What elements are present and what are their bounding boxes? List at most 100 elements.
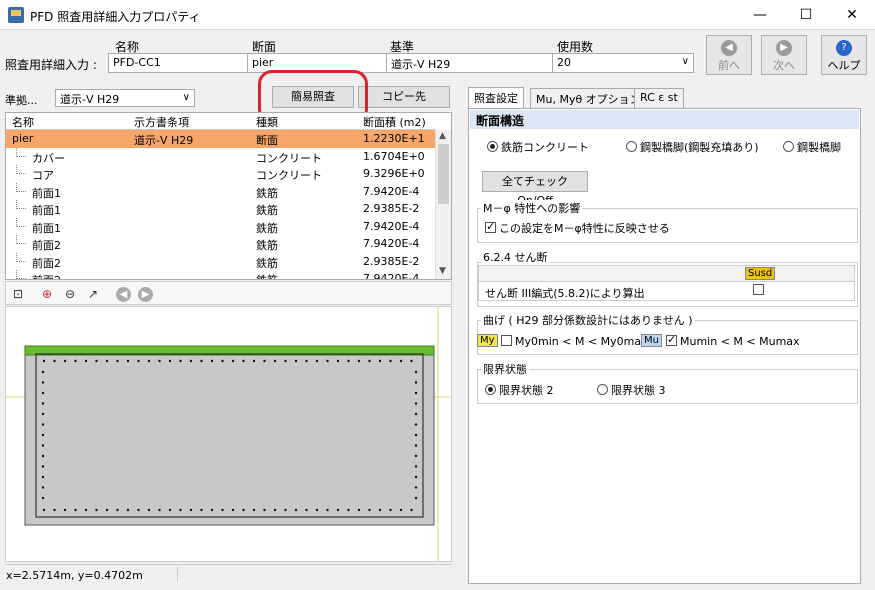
table-row[interactable]: カバー コンクリート 1.6704E+0	[6, 147, 436, 166]
rebar-dot	[242, 359, 245, 363]
tab-check-settings[interactable]: 照査設定	[468, 87, 524, 109]
tab-mu-options[interactable]: Mu, Myθ オプション	[530, 88, 647, 108]
section-canvas[interactable]	[5, 306, 452, 562]
rebar-dot	[41, 402, 45, 405]
radio-steel[interactable]: 鋼製橋脚	[783, 139, 841, 155]
rebar-dot	[105, 359, 109, 363]
row-area: 7.9420E-4	[363, 184, 420, 198]
rebar-dot	[63, 508, 67, 512]
table-row[interactable]: 前面2 鉄筋 2.9385E-2	[6, 252, 436, 271]
table-row[interactable]: コア コンクリート 9.3296E+0	[6, 165, 436, 183]
tree-connector	[16, 270, 26, 279]
settings-panel: 断面構造 鉄筋コンクリート 鋼製橋脚(鋼製充填あり) 鋼製橋脚 全てチェック O…	[468, 108, 861, 584]
count-combo[interactable]: 20 ∨	[552, 53, 694, 73]
mu-range-checkbox[interactable]: Mumin < M < Mumax	[666, 333, 800, 348]
radio-steel-filled[interactable]: 鋼製橋脚(鋼製充填あり)	[626, 139, 759, 155]
zoom-out-icon[interactable]: ⊖	[61, 285, 79, 303]
row-area: 1.6704E+0	[363, 149, 425, 163]
row-kind: 断面	[256, 134, 278, 147]
scroll-up-icon[interactable]: ▲	[439, 131, 446, 141]
name-field[interactable]: PFD-CC1	[108, 53, 248, 73]
row-kind: 鉄筋	[256, 221, 278, 235]
standard-combo[interactable]: 道示-V H29 ∨	[55, 89, 195, 107]
rebar-dot	[326, 508, 329, 512]
copy-to-button[interactable]: コピー先	[358, 86, 450, 108]
row-kind: 鉄筋	[256, 256, 278, 270]
redo-view-icon[interactable]: ▶	[138, 287, 153, 302]
tree-scrollbar[interactable]: ▲ ▼	[435, 130, 451, 279]
count-value: 20	[557, 56, 571, 69]
radio-rc[interactable]: 鉄筋コンクリート	[487, 139, 589, 155]
rebar-dot	[378, 508, 382, 512]
rebar-dot	[326, 359, 329, 363]
table-row[interactable]: 前面1 鉄筋 7.9420E-4	[6, 182, 436, 201]
prev-button[interactable]: ◀ 前へ	[706, 35, 752, 75]
shear-susd-badge: Susd	[745, 267, 776, 280]
all-check-toggle-button[interactable]: 全てチェック On/Off	[482, 171, 588, 207]
rebar-dot	[95, 508, 98, 512]
table-row[interactable]: 前面2 鉄筋 7.9420E-4	[6, 235, 436, 253]
rebar-dot	[414, 433, 418, 437]
rebar-dot	[263, 508, 266, 512]
undo-view-icon[interactable]: ◀	[116, 287, 131, 302]
row-name: カバー	[32, 151, 65, 165]
rebar-dot	[200, 508, 203, 512]
table-row[interactable]: 前面1 鉄筋 7.9420E-4	[6, 217, 436, 236]
mphi-checkbox[interactable]: この設定をM－φ特性に反映させる	[485, 220, 670, 236]
shear-row-label: せん断 III編式(5.8.2)により算出	[485, 287, 645, 300]
radio-limit-3[interactable]: 限界状態 3	[597, 382, 666, 398]
section-structure-heading: 断面構造	[470, 110, 859, 129]
rebar-dot	[399, 359, 403, 363]
app-icon	[8, 7, 24, 23]
rebar-dot	[414, 444, 418, 447]
rebar-dot	[221, 359, 224, 363]
maximize-button[interactable]: ☐	[783, 0, 829, 30]
rebar-dot	[357, 508, 361, 512]
next-button[interactable]: ▶ 次へ	[761, 35, 807, 75]
rebar-dot	[126, 508, 130, 512]
rebar-dot	[53, 508, 56, 512]
question-icon: ?	[836, 40, 852, 56]
rebar-dot	[41, 412, 45, 416]
rebar-dot	[414, 381, 418, 384]
help-button[interactable]: ? ヘルプ	[821, 35, 867, 75]
table-row[interactable]: 前面2 鉄筋 7.9420E-4	[6, 270, 436, 279]
my-range-checkbox[interactable]: My0min < M < My0max	[501, 335, 648, 348]
rebar-dot	[273, 359, 277, 363]
window-title: PFD 照査用詳細入力プロパティ	[30, 10, 201, 24]
close-button[interactable]: ✕	[829, 0, 875, 30]
rebar-dot	[179, 508, 182, 512]
rebar-dot	[41, 381, 45, 384]
fit-view-icon[interactable]: ⊡	[9, 285, 27, 303]
rebar-dot	[200, 359, 203, 363]
rebar-dot	[410, 359, 413, 363]
rebar-dot	[41, 465, 45, 468]
pan-arrow-icon[interactable]: ↗	[84, 285, 102, 303]
radio-limit-2[interactable]: 限界状態 2	[485, 382, 554, 398]
row-name: 前面2	[32, 272, 61, 279]
rebar-dot	[158, 508, 161, 512]
rebar-dot	[347, 359, 350, 363]
shear-susd-checkbox[interactable]	[753, 284, 767, 297]
my-range-label: My0min < M < My0max	[515, 335, 648, 348]
scroll-thumb[interactable]	[438, 144, 449, 204]
rebar-dot	[126, 359, 130, 363]
status-divider	[177, 567, 178, 582]
rebar-dot	[252, 508, 256, 512]
rebar-dot	[189, 359, 193, 363]
rebar-dot	[414, 423, 418, 426]
mu-badge: Mu	[641, 334, 662, 347]
radio-rc-label: 鉄筋コンクリート	[501, 141, 589, 154]
chevron-down-icon: ∨	[182, 92, 190, 103]
section-tree[interactable]: 名称 示方書条項 種類 断面積 (m2) pier 道示-V H29 断面 1.223…	[5, 112, 452, 280]
tab-rc-est[interactable]: RC ε st	[634, 88, 684, 108]
rebar-dot	[74, 508, 77, 512]
standard-field[interactable]: 道示-V H29	[386, 53, 553, 73]
minimize-button[interactable]: —	[737, 0, 783, 30]
zoom-window-icon[interactable]: ⊕	[38, 285, 56, 303]
table-row[interactable]: pier 道示-V H29 断面 1.2230E+1	[6, 130, 436, 148]
rebar-dot	[41, 423, 45, 426]
radio-limit-3-label: 限界状態 3	[611, 384, 666, 397]
scroll-down-icon[interactable]: ▼	[439, 266, 446, 276]
table-row[interactable]: 前面1 鉄筋 2.9385E-2	[6, 200, 436, 218]
